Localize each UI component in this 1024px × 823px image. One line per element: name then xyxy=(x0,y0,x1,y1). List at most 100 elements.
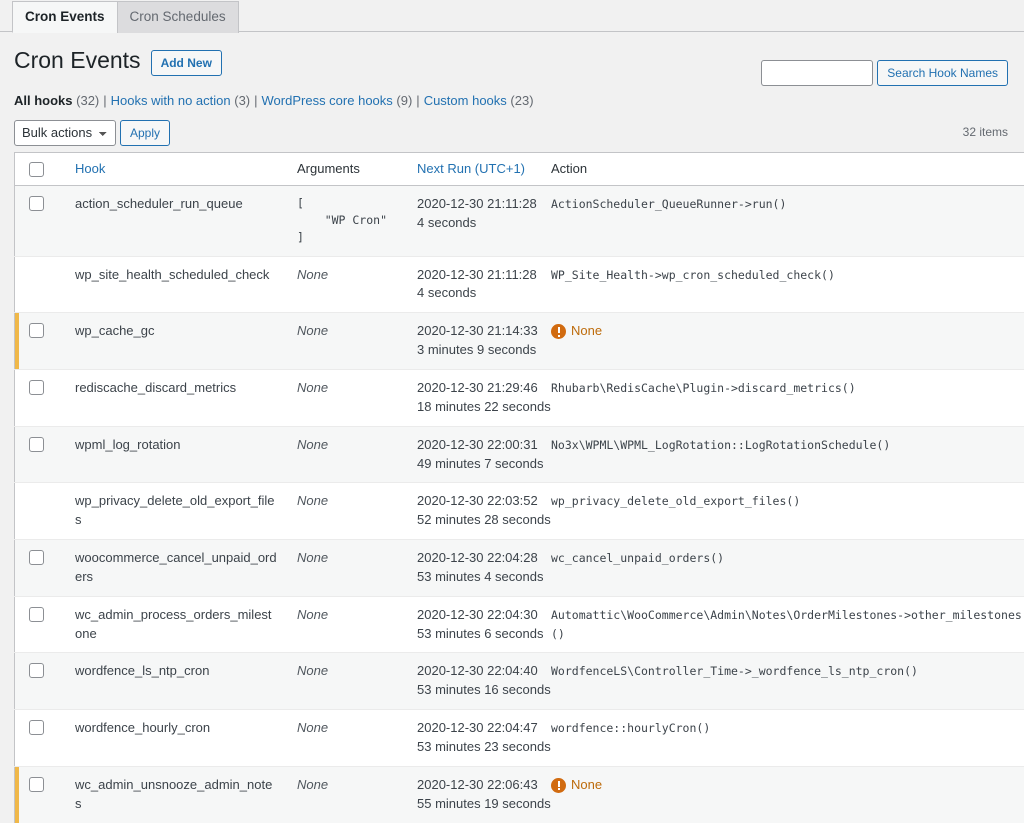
next-run-datetime: 2020-12-30 22:03:52 xyxy=(417,492,531,511)
hook-name: wordfence_ls_ntp_cron xyxy=(75,663,209,678)
table-row: wordfence_ls_ntp_cron None 2020-12-30 22:0… xyxy=(15,653,1024,710)
cell-action: Automattic\WooCommerce\Admin\Notes\Order… xyxy=(541,596,1024,653)
next-run-datetime: 2020-12-30 22:04:40 xyxy=(417,662,531,681)
row-checkbox[interactable] xyxy=(29,607,44,622)
cell-arguments: None xyxy=(287,256,407,313)
action-code: Rhubarb\RedisCache\Plugin->discard_metri… xyxy=(551,381,856,395)
row-checkbox-cell[interactable] xyxy=(15,596,66,653)
row-checkbox-cell[interactable] xyxy=(15,370,66,427)
row-checkbox[interactable] xyxy=(29,323,44,338)
row-checkbox-cell[interactable] xyxy=(15,540,66,597)
cell-next-run: 2020-12-30 22:03:5252 minutes 28 seconds xyxy=(407,483,541,540)
row-checkbox-cell[interactable] xyxy=(15,185,66,256)
action-none-badge: None xyxy=(551,776,602,795)
column-sort-hook[interactable]: Hook xyxy=(75,161,105,176)
table-row: action_scheduler_run_queue [ "WP Cron" ]2… xyxy=(15,185,1024,256)
next-run-relative: 3 minutes 9 seconds xyxy=(417,341,531,360)
row-checkbox[interactable] xyxy=(29,663,44,678)
filter-count-custom-hooks: (23) xyxy=(510,93,533,108)
column-header-hook[interactable]: Hook xyxy=(65,152,287,185)
column-header-next-run[interactable]: Next Run (UTC+1) xyxy=(407,152,541,185)
table-header-row: Hook Arguments Next Run (UTC+1) Action R… xyxy=(15,152,1024,185)
row-checkbox-cell[interactable] xyxy=(15,313,66,370)
row-checkbox-cell[interactable] xyxy=(15,426,66,483)
row-checkbox[interactable] xyxy=(29,720,44,735)
row-checkbox[interactable] xyxy=(29,550,44,565)
cell-action: wc_cancel_unpaid_orders() xyxy=(541,540,1024,597)
next-run-datetime: 2020-12-30 22:00:31 xyxy=(417,436,531,455)
filter-link-no-action[interactable]: Hooks with no action xyxy=(111,93,231,108)
cell-next-run: 2020-12-30 22:04:4753 minutes 23 seconds xyxy=(407,710,541,767)
cell-action: Rhubarb\RedisCache\Plugin->discard_metri… xyxy=(541,370,1024,427)
column-header-arguments: Arguments xyxy=(287,152,407,185)
filter-link-all-hooks[interactable]: All hooks xyxy=(14,93,73,108)
arguments-none: None xyxy=(297,267,328,282)
table-body: action_scheduler_run_queue[ "WP Cron" ]2… xyxy=(15,185,1024,822)
cell-action: WP_Site_Health->wp_cron_scheduled_check(… xyxy=(541,256,1024,313)
row-checkbox-cell[interactable] xyxy=(15,653,66,710)
search-submit-button[interactable]: Search Hook Names xyxy=(877,60,1008,86)
row-checkbox[interactable] xyxy=(29,437,44,452)
cell-action: wp_privacy_delete_old_export_files() xyxy=(541,483,1024,540)
hook-name: wordfence_hourly_cron xyxy=(75,720,210,735)
cell-action: ActionScheduler_QueueRunner->run() xyxy=(541,185,1024,256)
column-sort-next-run[interactable]: Next Run (UTC+1) xyxy=(417,161,525,176)
apply-button[interactable]: Apply xyxy=(120,120,170,146)
next-run-relative: 49 minutes 7 seconds xyxy=(417,455,531,474)
cell-next-run: 2020-12-30 21:14:333 minutes 9 seconds xyxy=(407,313,541,370)
filter-separator-1: | xyxy=(103,93,106,108)
hook-name: wpml_log_rotation xyxy=(75,437,181,452)
next-run-relative: 52 minutes 28 seconds xyxy=(417,511,531,530)
table-row: wordfence_hourly_cron None 2020-12-30 22:0… xyxy=(15,710,1024,767)
arguments-none: None xyxy=(297,777,328,792)
hook-name: wc_admin_process_orders_milestone xyxy=(75,607,272,641)
row-checkbox[interactable] xyxy=(29,196,44,211)
search-input[interactable] xyxy=(761,60,873,86)
filter-link-custom-hooks[interactable]: Custom hooks xyxy=(424,93,507,108)
arguments-none: None xyxy=(297,720,328,735)
hook-name: action_scheduler_run_queue xyxy=(75,196,243,211)
action-code: WordfenceLS\Controller_Time->_wordfence_… xyxy=(551,664,918,678)
table-row: wp_cache_gcNone2020-12-30 21:14:333 minu… xyxy=(15,313,1024,370)
filter-links: All hooks (32)|Hooks with no action (3)|… xyxy=(14,88,1008,114)
next-run-datetime: 2020-12-30 22:04:47 xyxy=(417,719,531,738)
action-code: WP_Site_Health->wp_cron_scheduled_check(… xyxy=(551,268,835,282)
displaying-num: 32 items xyxy=(963,125,1008,139)
next-run-relative: 53 minutes 6 seconds xyxy=(417,625,531,644)
filter-link-core-hooks[interactable]: WordPress core hooks xyxy=(262,93,393,108)
search-box: Search Hook Names xyxy=(761,60,1008,86)
cell-hook: wp_cache_gc xyxy=(65,313,287,370)
add-new-button[interactable]: Add New xyxy=(151,50,222,76)
cell-arguments: None xyxy=(287,426,407,483)
row-checkbox-cell[interactable] xyxy=(15,710,66,767)
table-row: woocommerce_cancel_unpaid_ordersNone2020… xyxy=(15,540,1024,597)
row-checkbox[interactable] xyxy=(29,380,44,395)
table-row: wc_admin_unsnooze_admin_notesNone2020-12… xyxy=(15,766,1024,822)
row-checkbox-cell[interactable] xyxy=(15,766,66,822)
cell-arguments: None xyxy=(287,653,407,710)
hook-name: wp_privacy_delete_old_export_files xyxy=(75,493,274,527)
cell-next-run: 2020-12-30 21:11:284 seconds xyxy=(407,185,541,256)
page-wrap: Cron Events Add New All hooks (32)|Hooks… xyxy=(0,32,1024,823)
table-row: wc_admin_process_orders_milestone None202… xyxy=(15,596,1024,653)
cell-action: WordfenceLS\Controller_Time->_wordfence_… xyxy=(541,653,1024,710)
bulk-actions-select[interactable]: Bulk actions xyxy=(14,120,116,146)
cell-next-run: 2020-12-30 22:04:3053 minutes 6 seconds xyxy=(407,596,541,653)
cell-arguments: None xyxy=(287,596,407,653)
cell-action: None xyxy=(541,766,1024,822)
column-header-checkbox[interactable] xyxy=(15,152,66,185)
tab-cron-events[interactable]: Cron Events xyxy=(12,1,118,33)
cell-arguments: None xyxy=(287,710,407,767)
action-none-label: None xyxy=(571,776,602,795)
table-row: wp_site_health_scheduled_checkNone2020-1… xyxy=(15,256,1024,313)
arguments-none: None xyxy=(297,323,328,338)
cell-arguments: [ "WP Cron" ] xyxy=(287,185,407,256)
select-all-checkbox[interactable] xyxy=(29,162,44,177)
row-checkbox[interactable] xyxy=(29,777,44,792)
cell-hook: wpml_log_rotation xyxy=(65,426,287,483)
table-row: wpml_log_rotation None 2020-12-30 22:00:31… xyxy=(15,426,1024,483)
tab-cron-schedules[interactable]: Cron Schedules xyxy=(117,1,239,33)
cell-action: None xyxy=(541,313,1024,370)
cell-hook: wp_site_health_scheduled_check xyxy=(65,256,287,313)
cell-hook: rediscache_discard_metrics xyxy=(65,370,287,427)
